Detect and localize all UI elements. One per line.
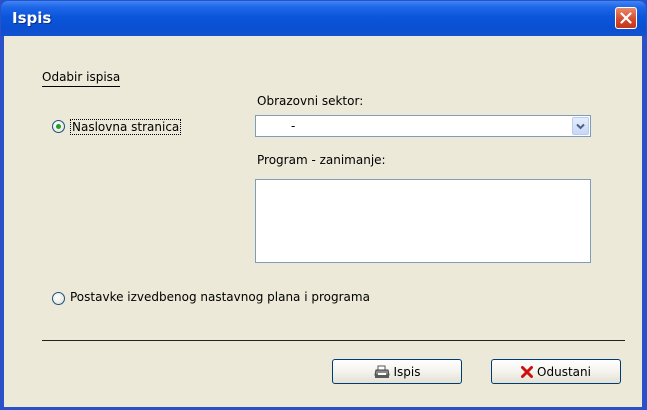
program-listbox[interactable] bbox=[255, 179, 591, 263]
close-button[interactable] bbox=[615, 7, 637, 29]
radio-postavke-plana[interactable] bbox=[52, 292, 65, 305]
group-label: Odabir ispisa bbox=[42, 70, 121, 87]
cancel-button[interactable]: Odustani bbox=[491, 359, 621, 384]
dialog-body: Odabir ispisa Naslovna stranica Obrazovn… bbox=[4, 36, 642, 407]
x-icon bbox=[521, 365, 534, 378]
radio-postavke-plana-label[interactable]: Postavke izvedbenog nastavnog plana i pr… bbox=[70, 290, 370, 304]
program-label: Program - zanimanje: bbox=[257, 153, 386, 167]
window-title: Ispis bbox=[12, 9, 52, 27]
print-dialog: Ispis Odabir ispisa Naslovna stranica Ob… bbox=[0, 0, 647, 410]
radio-selected-dot bbox=[56, 124, 61, 129]
print-button-label: Ispis bbox=[393, 364, 421, 379]
close-icon bbox=[620, 12, 632, 24]
dropdown-button[interactable] bbox=[572, 117, 589, 135]
chevron-down-icon bbox=[576, 123, 585, 130]
title-bar[interactable]: Ispis bbox=[1, 1, 646, 36]
print-button[interactable]: Ispis bbox=[332, 359, 462, 384]
separator-line bbox=[42, 340, 625, 341]
radio-naslovna-stranica[interactable] bbox=[52, 120, 65, 133]
sector-dropdown-value: - bbox=[291, 119, 296, 133]
printer-icon bbox=[373, 365, 390, 378]
cancel-button-label: Odustani bbox=[537, 364, 591, 379]
radio-naslovna-stranica-label[interactable]: Naslovna stranica bbox=[70, 119, 182, 135]
sector-dropdown[interactable]: - bbox=[255, 115, 591, 137]
sector-label: Obrazovni sektor: bbox=[257, 94, 364, 108]
